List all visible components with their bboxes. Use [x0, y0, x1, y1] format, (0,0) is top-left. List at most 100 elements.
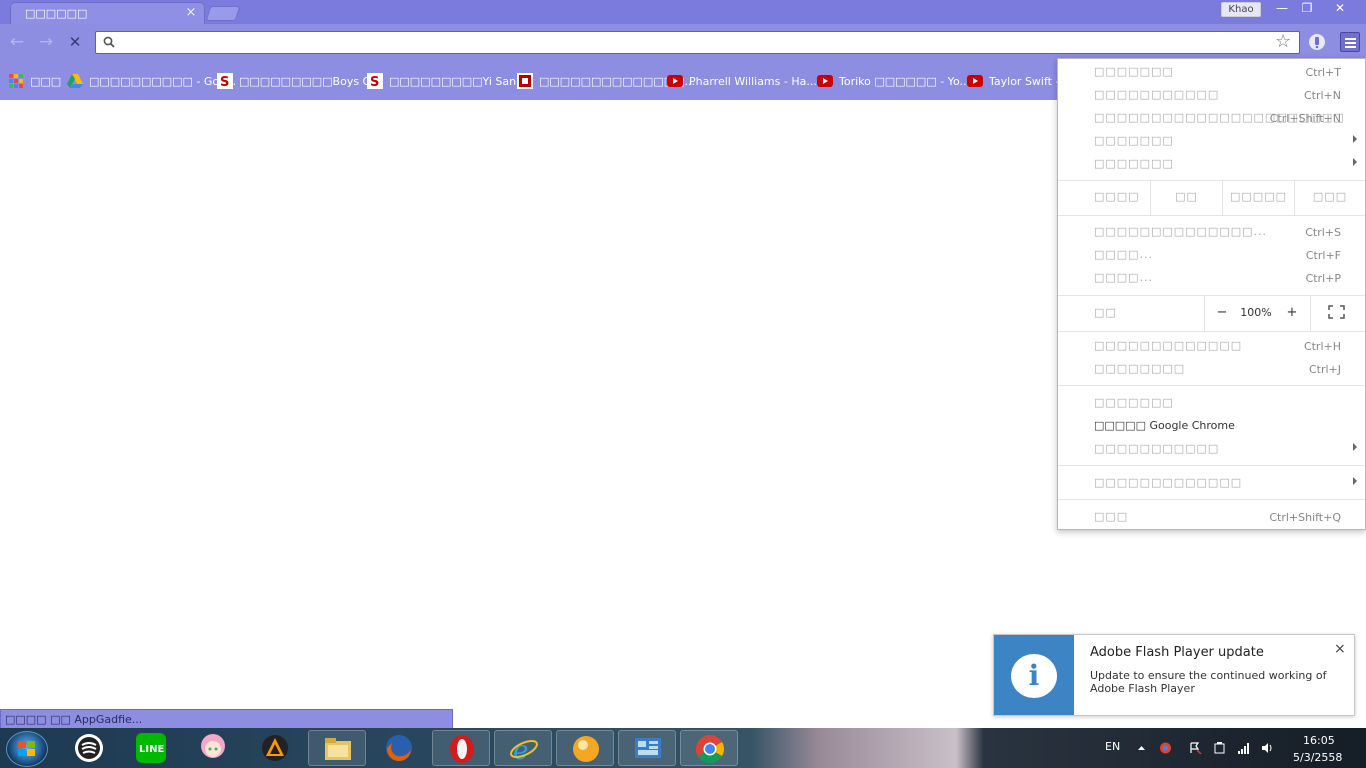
show-hidden-icons-icon[interactable] [1135, 742, 1148, 754]
menu-separator [1058, 465, 1365, 466]
site-s-icon: S [217, 73, 233, 89]
tab-close-icon[interactable]: × [184, 5, 198, 20]
menu-separator [1310, 295, 1311, 331]
clock-date[interactable]: 5/3/2558 [1293, 751, 1342, 764]
menu-item-bookmarks[interactable]: □□□□□□□ [1058, 130, 1365, 152]
menu-item-new-incognito[interactable]: □□□□□□□□□□□□□□□□□□□□□□ Ctrl+Shift+N [1058, 107, 1365, 129]
menu-shortcut: Ctrl+N [1303, 89, 1341, 102]
bookmark-toriko[interactable]: Toriko □□□□□□ - Yo... [817, 73, 970, 89]
taskbar-app-line[interactable]: LINE [122, 730, 180, 766]
menu-item-about[interactable]: □□□□□ Google Chrome [1058, 415, 1365, 437]
forward-button[interactable]: → [35, 31, 57, 53]
menu-label: □□□□□□□□□□□□□ [1094, 476, 1243, 489]
taskbar-app-control-panel[interactable] [618, 730, 676, 766]
taskbar-app-3[interactable] [184, 730, 242, 766]
menu-label: □□□□□□□ [1094, 157, 1174, 170]
menu-item-find[interactable]: □□□□... Ctrl+F [1058, 244, 1365, 266]
omnibox-input[interactable] [122, 34, 1262, 51]
extension-icon[interactable] [1307, 32, 1327, 52]
restore-button[interactable]: ❐ [1295, 1, 1319, 17]
search-icon [103, 36, 115, 48]
flash-update-notification[interactable]: i Adobe Flash Player update Update to en… [993, 634, 1355, 716]
bookmark-yi-san[interactable]: S □□□□□□□□□Yi San ... [367, 73, 530, 89]
submenu-arrow-icon [1353, 135, 1357, 143]
windows-logo-icon [18, 741, 35, 756]
taskbar-app-chrome[interactable] [680, 730, 738, 766]
menu-item-more-tools[interactable]: □□□□□□□□□□□□□ [1058, 472, 1365, 494]
bookmark-pharrell[interactable]: Pharrell Williams - Ha... [667, 73, 817, 89]
edit-label: □□□□ [1094, 190, 1140, 203]
omnibox[interactable]: ☆ [95, 31, 1300, 54]
chrome-tray-icon[interactable] [1159, 742, 1172, 754]
start-button[interactable] [6, 731, 48, 767]
line-icon: LINE [136, 733, 166, 763]
menu-item-history[interactable]: □□□□□□□□□□□□□ Ctrl+H [1058, 335, 1365, 357]
menu-label: □□□□□□□ [1094, 396, 1174, 409]
info-icon-box: i [994, 635, 1074, 715]
bookmark-label: □□□□□□□□□□ - Goo... [89, 74, 237, 88]
taskbar-app-firefox[interactable] [370, 730, 428, 766]
action-center-icon[interactable] [1189, 742, 1202, 754]
close-window-button[interactable]: ✕ [1328, 1, 1352, 17]
taskbar-app-explorer[interactable] [308, 730, 366, 766]
cut-button[interactable]: □□ [1151, 179, 1222, 215]
taskbar-app-opera[interactable] [432, 730, 490, 766]
taskbar-app-1[interactable] [60, 730, 118, 766]
menu-item-new-tab[interactable]: □□□□□□□ Ctrl+T [1058, 61, 1365, 83]
menu-shortcut: Ctrl+T [1305, 66, 1341, 79]
new-tab-button[interactable] [205, 6, 241, 21]
menu-shortcut: Ctrl+Shift+Q [1269, 511, 1341, 524]
menu-item-save-page[interactable]: □□□□□□□□□□□□□□... Ctrl+S [1058, 221, 1365, 243]
menu-separator [1058, 215, 1365, 216]
menu-item-help[interactable]: □□□□□□□□□□□ [1058, 438, 1365, 460]
menu-label: □□□□□ Google Chrome [1094, 419, 1235, 432]
paste-button[interactable]: □□□ [1295, 179, 1365, 215]
volume-icon[interactable] [1261, 742, 1274, 754]
fullscreen-icon[interactable] [1328, 305, 1345, 319]
copy-button[interactable]: □□□□□ [1223, 179, 1294, 215]
minimize-button[interactable]: — [1270, 1, 1294, 17]
bookmark-star-icon[interactable]: ☆ [1275, 31, 1291, 52]
chrome-icon [696, 735, 724, 763]
menu-shortcut: Ctrl+F [1305, 249, 1341, 262]
bookmark-boys-over[interactable]: S □□□□□□□□□Boys O... [217, 73, 381, 89]
opera-icon [450, 735, 474, 763]
battery-icon[interactable] [1213, 742, 1226, 754]
zoom-value: 100% [1240, 306, 1272, 319]
taskbar-app-4[interactable] [246, 730, 304, 766]
back-button[interactable]: ← [6, 31, 28, 53]
taskbar-app-media[interactable] [556, 730, 614, 766]
status-text: □□□□ □□ AppGadfie... [5, 713, 143, 726]
bookmark-drive[interactable]: □□□□□□□□□□ - Goo... [67, 73, 236, 89]
submenu-arrow-icon [1353, 443, 1357, 451]
chrome-menu-button[interactable] [1340, 32, 1360, 52]
menu-item-settings[interactable]: □□□□□□□ [1058, 392, 1365, 414]
profile-button[interactable]: Khao [1221, 2, 1261, 17]
menu-item-exit[interactable]: □□□ Ctrl+Shift+Q [1058, 506, 1365, 528]
menu-label: □□□□... [1094, 271, 1154, 284]
tab-active[interactable]: □□□□□□ × [10, 2, 205, 24]
zoom-out-button[interactable]: − [1205, 295, 1239, 331]
network-signal-icon[interactable] [1237, 742, 1250, 754]
menu-separator [1058, 331, 1365, 332]
notification-close-icon[interactable]: × [1334, 641, 1346, 657]
menu-item-downloads[interactable]: □□□□□□□□ Ctrl+J [1058, 358, 1365, 380]
clock-time[interactable]: 16:05 [1303, 734, 1335, 747]
menu-label: □□□□□□□□ [1094, 362, 1186, 375]
title-bar: □□□□□□ × Khao — ❐ ✕ [0, 0, 1366, 24]
language-indicator[interactable]: EN [1105, 740, 1120, 753]
stop-button[interactable]: ✕ [64, 31, 86, 53]
menu-item-print[interactable]: □□□□... Ctrl+P [1058, 267, 1365, 289]
bookmark-taylor-swift[interactable]: Taylor Swift - S [967, 73, 1057, 89]
menu-item-recent-tabs[interactable]: □□□□□□□ [1058, 153, 1365, 175]
bookmark-label: □□□□□□□□□Yi San ... [389, 74, 531, 88]
drive-icon [67, 74, 83, 88]
menu-label: □□□□... [1094, 248, 1154, 261]
site-s-icon: S [367, 73, 383, 89]
bookmark-apps[interactable]: □□□ [8, 73, 61, 89]
svg-text:S: S [370, 75, 379, 89]
taskbar-app-ie[interactable]: e [494, 730, 552, 766]
menu-item-new-window[interactable]: □□□□□□□□□□□ Ctrl+N [1058, 84, 1365, 106]
zoom-in-button[interactable]: + [1275, 295, 1309, 331]
notification-body: Update to ensure the continued working o… [1090, 669, 1327, 695]
